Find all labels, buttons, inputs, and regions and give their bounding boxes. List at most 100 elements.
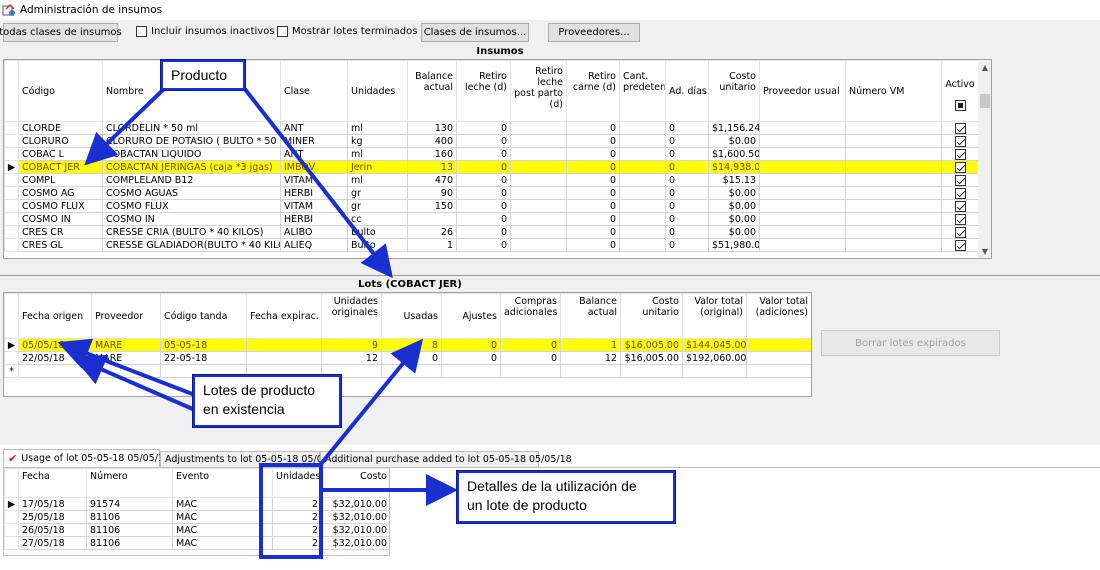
cell-cant[interactable]	[619, 186, 666, 200]
col-header-unidades[interactable]: Unidades	[347, 60, 408, 122]
cell-balance[interactable]: 12	[560, 351, 621, 365]
cell-ret_carne[interactable]: 0	[566, 225, 620, 239]
activo-checkbox[interactable]	[954, 226, 966, 238]
cell-cant[interactable]	[619, 134, 666, 148]
cell-ret_post[interactable]	[510, 238, 567, 252]
col-header-vt-adiciones[interactable]: Valor total (adiciones)	[746, 293, 811, 339]
cell-activo[interactable]	[941, 225, 979, 239]
cell-ad[interactable]: 0	[665, 173, 709, 187]
cell-ret_post[interactable]	[510, 199, 567, 213]
col-header-codigo-tanda[interactable]: Código tanda	[160, 293, 247, 339]
cell-balance[interactable]: 130	[407, 121, 457, 135]
cell-clase[interactable]: HERBI	[280, 212, 348, 226]
cell-nombre[interactable]: CRESSE CRIA (BULTO * 40 KILOS)	[102, 225, 281, 239]
row-header[interactable]	[4, 173, 19, 187]
row-header[interactable]	[4, 225, 19, 239]
cell-clase[interactable]: HERBI	[280, 186, 348, 200]
activo-checkbox[interactable]	[954, 148, 966, 160]
cell-nombre[interactable]: CRESSE GLADIADOR(BULTO * 40 KILOS	[102, 238, 281, 252]
cell-ret_carne[interactable]: 0	[566, 147, 620, 161]
cell-ret_carne[interactable]: 0	[566, 186, 620, 200]
cell-vt_adic[interactable]	[746, 351, 811, 365]
cell-vm[interactable]	[845, 199, 942, 213]
cell-ret_leche[interactable]: 0	[456, 199, 511, 213]
cell-ajustes[interactable]: 0	[441, 338, 501, 352]
col-header-balance[interactable]: Balance actual	[407, 60, 457, 122]
cell-prov[interactable]	[759, 173, 846, 187]
table-row[interactable]: COBAC L COBACTAN LIQUIDO ANT ml 160 0 0 0 $1,600…	[4, 147, 979, 161]
cell-ad[interactable]: 0	[665, 147, 709, 161]
cell-usadas[interactable]: 0	[381, 351, 442, 365]
empty-cell[interactable]	[91, 364, 161, 378]
scroll-up-icon[interactable]: ▲	[978, 60, 991, 74]
cell-clase[interactable]: MINER	[280, 134, 348, 148]
cell-activo[interactable]	[941, 212, 979, 226]
cell-clase[interactable]: VITAM	[280, 199, 348, 213]
row-header[interactable]	[4, 238, 19, 252]
cell-activo[interactable]	[941, 134, 979, 148]
cell-unidades[interactable]: Bulto	[347, 225, 408, 239]
cell-ret_carne[interactable]: 0	[566, 160, 620, 174]
usage-row[interactable]: 27/05/18 81106 MAC 2 $32,010.00	[4, 536, 389, 550]
cell-unidades[interactable]: kg	[347, 134, 408, 148]
cell-unidades[interactable]: gr	[347, 199, 408, 213]
row-header[interactable]	[4, 523, 19, 537]
cell-cant[interactable]	[619, 238, 666, 252]
cell-balance[interactable]: 26	[407, 225, 457, 239]
include-inactive-checkbox[interactable]: Incluir insumos inactivos	[136, 26, 275, 37]
cell-ret_leche[interactable]: 0	[456, 121, 511, 135]
col-header-evento[interactable]: Evento	[172, 468, 273, 498]
cell-costo[interactable]: $51,980.00	[708, 238, 760, 252]
empty-cell[interactable]	[441, 364, 501, 378]
row-header[interactable]	[4, 147, 19, 161]
cell-nombre[interactable]: COBACTAN JERINGAS (caja *3 jgas)	[102, 160, 281, 174]
col-header-vt-original[interactable]: Valor total (original)	[682, 293, 747, 339]
col-header-fecha[interactable]: Fecha	[18, 468, 87, 498]
cell-exp[interactable]	[246, 351, 322, 365]
cell-evento[interactable]: MAC	[172, 536, 273, 550]
cell-balance[interactable]	[407, 212, 457, 226]
cell-costo[interactable]: $1,600.50	[708, 147, 760, 161]
table-row[interactable]: COSMO AG COSMO AGUAS HERBI gr 90 0 0 0 $0.00	[4, 186, 979, 200]
usage-row[interactable]: ▶ 17/05/18 91574 MAC 2 $32,010.00	[4, 497, 389, 511]
row-header[interactable]	[4, 199, 19, 213]
empty-cell[interactable]	[500, 364, 561, 378]
cell-ret_carne[interactable]: 0	[566, 121, 620, 135]
cell-fecha[interactable]: 25/05/18	[18, 510, 87, 524]
cell-costo[interactable]: $32,010.00	[321, 497, 389, 511]
table-row[interactable]: ▶ COBACT JER COBACTAN JERINGAS (caja *3 jg…	[4, 160, 979, 174]
cell-ajustes[interactable]: 0	[441, 351, 501, 365]
cell-ret_post[interactable]	[510, 186, 567, 200]
empty-cell[interactable]	[620, 364, 683, 378]
activo-checkbox[interactable]	[954, 174, 966, 186]
col-header-numero[interactable]: Número	[86, 468, 173, 498]
cell-nombre[interactable]: CLORURO DE POTASIO ( BULTO * 50 KG	[102, 134, 281, 148]
cell-activo[interactable]	[941, 199, 979, 213]
col-header-costo[interactable]: Costo unitario	[620, 293, 683, 339]
cell-unidades[interactable]: Jerin	[347, 160, 408, 174]
cell-vm[interactable]	[845, 238, 942, 252]
col-header-codigo[interactable]: Código	[18, 60, 103, 122]
cell-ad[interactable]: 0	[665, 199, 709, 213]
suppliers-button[interactable]: Proveedores...	[548, 23, 640, 42]
cell-codigo[interactable]: CRES GL	[18, 238, 103, 252]
cell-activo[interactable]	[941, 238, 979, 252]
scroll-thumb[interactable]	[980, 94, 990, 108]
cell-unidades[interactable]: ml	[347, 121, 408, 135]
col-header-fecha-expirac[interactable]: Fecha expirac.	[246, 293, 322, 339]
cell-vm[interactable]	[845, 121, 942, 135]
cell-balance[interactable]: 1	[560, 338, 621, 352]
cell-ret_leche[interactable]: 0	[456, 173, 511, 187]
cell-prov[interactable]	[759, 225, 846, 239]
cell-costo[interactable]: $1,156.24	[708, 121, 760, 135]
cell-ret_carne[interactable]: 0	[566, 199, 620, 213]
cell-cant[interactable]	[619, 173, 666, 187]
classes-button[interactable]: Clases de insumos...	[421, 23, 529, 42]
cell-activo[interactable]	[941, 147, 979, 161]
table-row[interactable]: COMPL COMPLELAND B12 VITAM ml 470 0 0 0 $15.13	[4, 173, 979, 187]
cell-cant[interactable]	[619, 160, 666, 174]
activo-checkbox[interactable]	[954, 213, 966, 225]
cell-vm[interactable]	[845, 173, 942, 187]
cell-cant[interactable]	[619, 147, 666, 161]
cell-prov[interactable]: MARE	[91, 338, 161, 352]
